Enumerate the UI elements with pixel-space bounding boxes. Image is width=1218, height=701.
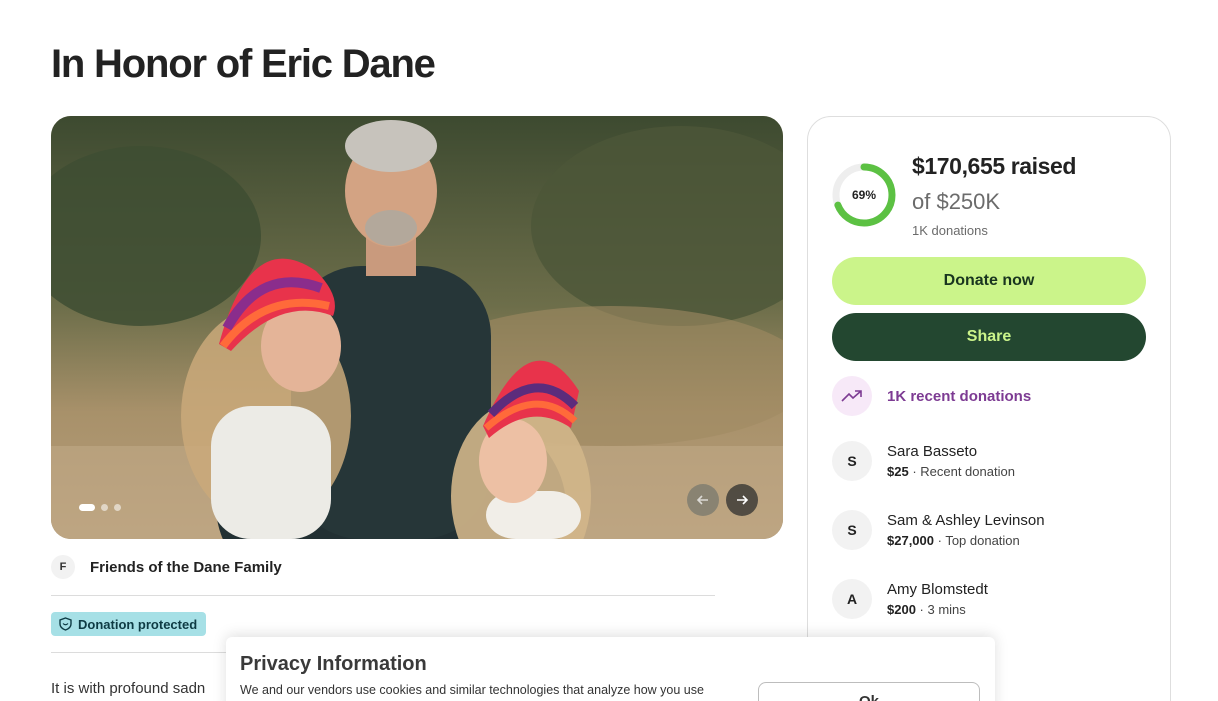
- donor-amount: $25: [887, 464, 909, 479]
- gallery-dot-active[interactable]: [79, 504, 95, 511]
- organizer-avatar: F: [51, 555, 75, 579]
- gallery-dots[interactable]: [79, 504, 121, 511]
- privacy-text: We and our vendors use cookies and simil…: [240, 683, 704, 697]
- hero-photo: [51, 116, 783, 539]
- hero-image-gallery[interactable]: [51, 116, 783, 539]
- donor-meta: $200 · 3 mins: [887, 602, 988, 617]
- organizer-name[interactable]: Friends of the Dane Family: [90, 559, 282, 576]
- donor-avatar: S: [832, 441, 872, 481]
- donor-amount: $27,000: [887, 533, 934, 548]
- arrow-left-icon: [696, 495, 708, 505]
- trending-up-icon: [832, 376, 872, 416]
- donor-item: A Amy Blomstedt $200 · 3 mins: [832, 579, 988, 619]
- donor-meta: $25 · Recent donation: [887, 464, 1015, 479]
- donate-now-button[interactable]: Donate now: [832, 257, 1146, 305]
- share-button[interactable]: Share: [832, 313, 1146, 361]
- arrow-right-icon: [737, 495, 749, 505]
- donor-amount: $200: [887, 602, 916, 617]
- privacy-ok-button[interactable]: Ok: [758, 682, 980, 701]
- donor-detail: · Top donation: [934, 533, 1020, 548]
- divider: [51, 595, 715, 596]
- privacy-banner: Privacy Information We and our vendors u…: [226, 637, 995, 701]
- gallery-dot[interactable]: [114, 504, 121, 511]
- donation-protected-badge[interactable]: Donation protected: [51, 612, 207, 636]
- donor-item: S Sara Basseto $25 · Recent donation: [832, 441, 1015, 481]
- goal-amount: of $250K: [912, 189, 1001, 214]
- donor-name: Sam & Ashley Levinson: [887, 512, 1045, 529]
- donation-card: 69% $170,655 raised of $250K 1K donation…: [807, 116, 1171, 701]
- donor-name: Amy Blomstedt: [887, 581, 988, 598]
- progress-percent: 69%: [851, 188, 877, 202]
- donation-count: 1K donations: [912, 223, 988, 238]
- donor-detail: · 3 mins: [915, 602, 966, 617]
- privacy-title: Privacy Information: [240, 653, 427, 675]
- organizer[interactable]: F Friends of the Dane Family: [51, 555, 282, 579]
- recent-donations-label[interactable]: 1K recent donations: [887, 388, 1031, 405]
- gallery-prev-button[interactable]: [687, 484, 719, 516]
- recent-donations-link[interactable]: 1K recent donations: [832, 376, 1031, 416]
- page-title: In Honor of Eric Dane: [51, 42, 436, 86]
- story-text: It is with profound sadn: [51, 680, 206, 697]
- badge-label: Donation protected: [78, 616, 198, 632]
- amount-raised: $170,655 raised: [912, 153, 1077, 179]
- donor-meta: $27,000 · Top donation: [887, 533, 1045, 548]
- gallery-next-button[interactable]: [726, 484, 758, 516]
- donor-avatar: S: [832, 510, 872, 550]
- donor-avatar: A: [832, 579, 872, 619]
- shield-icon: [59, 617, 72, 631]
- gallery-dot[interactable]: [101, 504, 108, 511]
- donor-detail: · Recent donation: [908, 464, 1015, 479]
- donor-item: S Sam & Ashley Levinson $27,000 · Top do…: [832, 510, 1045, 550]
- donor-name: Sara Basseto: [887, 443, 978, 460]
